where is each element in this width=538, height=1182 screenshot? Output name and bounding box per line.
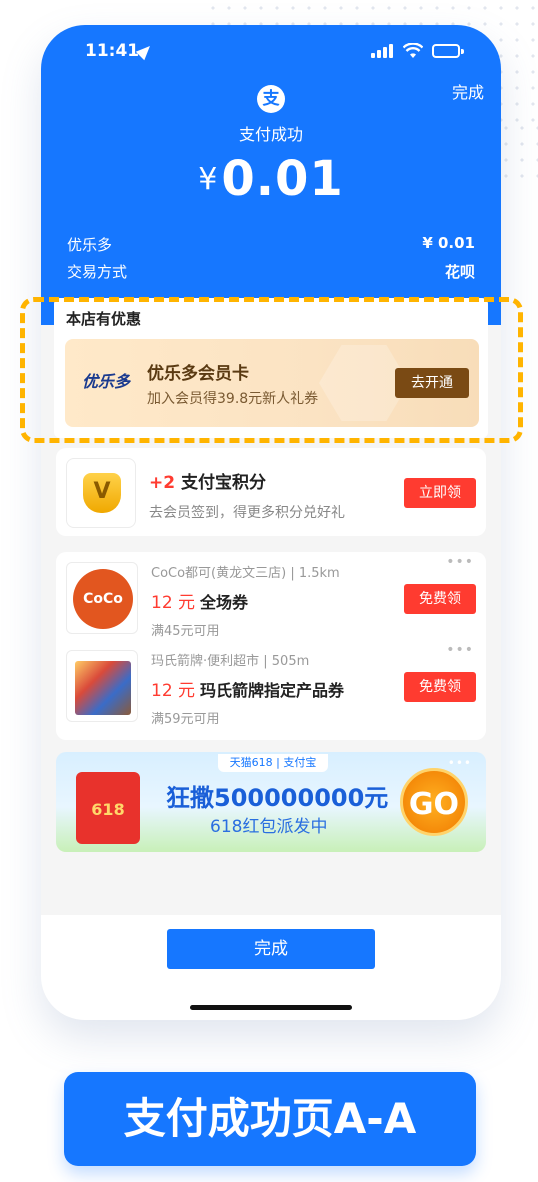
points-shield-icon: V bbox=[83, 473, 121, 513]
more-options-icon[interactable]: ••• bbox=[446, 642, 474, 658]
done-button[interactable]: 完成 bbox=[167, 929, 375, 969]
page-caption: 支付成功页A-A bbox=[64, 1072, 476, 1166]
header-done-button[interactable]: 完成 bbox=[452, 79, 484, 103]
bottom-action-bar: 完成 bbox=[41, 915, 501, 1020]
coupon-title: 全场券 bbox=[200, 593, 249, 612]
points-card: V +2 支付宝积分 去会员签到，得更多积分兑好礼 立即领 bbox=[56, 448, 486, 536]
payment-method-row: 交易方式 花呗 bbox=[67, 261, 475, 282]
points-label: 支付宝积分 bbox=[181, 473, 266, 493]
home-indicator bbox=[190, 1005, 352, 1010]
coupon-item[interactable]: CoCo CoCo都可(黄龙文三店) | 1.5km 12 元 全场券 满45元… bbox=[56, 554, 486, 648]
coupon-value: 12 元 bbox=[151, 593, 196, 613]
merchant-row: 优乐多 ¥ 0.01 bbox=[67, 234, 475, 255]
coupon-item[interactable]: 玛氏箭牌·便利超市 | 505m 12 元 玛氏箭牌指定产品券 满59元可用 免… bbox=[56, 642, 486, 736]
currency-symbol: ¥ bbox=[198, 162, 218, 197]
promo-banner[interactable]: 天猫618 | 支付宝 618 狂撒500000000元 618红包派发中 GO… bbox=[56, 752, 486, 852]
status-time: 11:41 bbox=[85, 41, 140, 61]
red-envelope-icon: 618 bbox=[76, 772, 140, 844]
coupon-list-card: CoCo CoCo都可(黄龙文三店) | 1.5km 12 元 全场券 满45元… bbox=[56, 552, 486, 740]
points-title: +2 支付宝积分 bbox=[149, 468, 266, 493]
coupon-condition: 满59元可用 bbox=[151, 712, 220, 727]
cellular-signal-icon bbox=[371, 44, 395, 58]
coco-logo-text: CoCo bbox=[73, 569, 133, 629]
coco-store-logo: CoCo bbox=[66, 562, 138, 634]
merchant-amount: ¥ 0.01 bbox=[422, 234, 475, 252]
battery-icon bbox=[432, 44, 460, 58]
coupon-condition: 满45元可用 bbox=[151, 624, 220, 639]
battery-tip bbox=[461, 49, 464, 54]
payment-method-value: 花呗 bbox=[444, 263, 475, 281]
decorative-dot-grid-small bbox=[498, 120, 538, 180]
banner-more-icon[interactable]: ••• bbox=[448, 756, 472, 770]
amount-value: 0.01 bbox=[221, 151, 344, 207]
points-amount: +2 bbox=[149, 473, 176, 493]
banner-brand-tag: 天猫618 | 支付宝 bbox=[218, 754, 328, 772]
banner-subtitle: 618红包派发中 bbox=[210, 817, 328, 837]
coupon-title: 玛氏箭牌指定产品券 bbox=[200, 681, 345, 700]
banner-go-button[interactable]: GO bbox=[400, 768, 468, 836]
points-badge-icon: V bbox=[66, 458, 136, 528]
highlight-dashed-frame bbox=[20, 297, 523, 443]
points-description: 去会员签到，得更多积分兑好礼 bbox=[149, 505, 345, 521]
claim-coupon-button[interactable]: 免费领 bbox=[404, 672, 476, 702]
payment-method-label: 交易方式 bbox=[67, 263, 128, 281]
coupon-store-name: CoCo都可(黄龙文三店) | 1.5km bbox=[151, 566, 340, 581]
status-bar: 11:41 bbox=[41, 41, 501, 65]
alipay-logo-icon: 支 bbox=[257, 85, 285, 113]
coupon-value: 12 元 bbox=[151, 681, 196, 701]
payment-header: 11:41 完成 支 支付成功 ¥0.01 优乐多 ¥ 0.01 交易方式 花呗 bbox=[41, 25, 501, 341]
merchant-name: 优乐多 bbox=[67, 236, 113, 254]
product-thumbnail bbox=[75, 661, 131, 715]
payment-amount: ¥0.01 bbox=[41, 151, 501, 207]
more-options-icon[interactable]: ••• bbox=[446, 554, 474, 570]
claim-points-button[interactable]: 立即领 bbox=[404, 478, 476, 508]
wifi-icon bbox=[403, 43, 423, 58]
mart-store-image bbox=[66, 650, 138, 722]
payment-success-title: 支付成功 bbox=[238, 125, 303, 144]
coupon-store-name: 玛氏箭牌·便利超市 | 505m bbox=[151, 654, 310, 669]
banner-headline: 狂撒500000000元 bbox=[166, 784, 389, 812]
phone-frame: 11:41 完成 支 支付成功 ¥0.01 优乐多 ¥ 0.01 交易方式 花呗… bbox=[41, 25, 501, 1020]
claim-coupon-button[interactable]: 免费领 bbox=[404, 584, 476, 614]
